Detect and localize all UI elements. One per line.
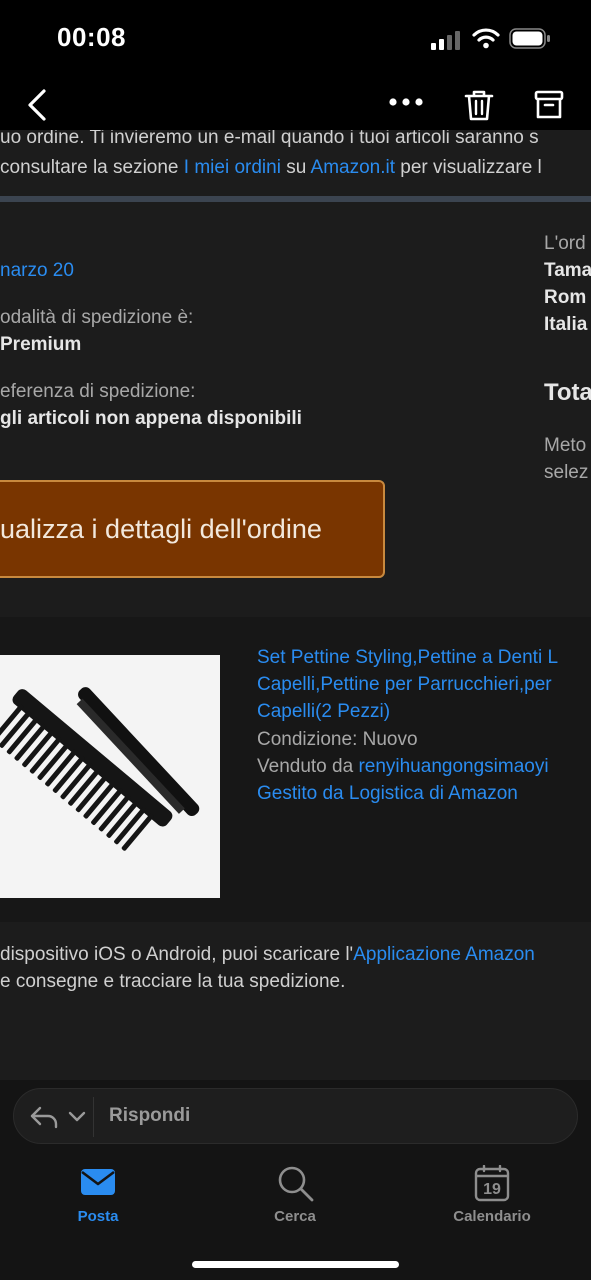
trash-icon[interactable] [463,88,495,122]
payment-line-1: Meto [544,435,587,456]
address-line-2: Rom [544,287,587,308]
intro-line-1: uo ordine. Ti invieremo un e-mail quando… [0,130,539,148]
product-title-line-3[interactable]: Capelli(2 Pezzi) [257,698,591,725]
amazon-link[interactable]: Amazon.it [311,157,395,178]
calendar-day: 19 [483,1181,501,1198]
reply-bar[interactable]: Rispondi [13,1088,578,1144]
shipping-method-value: Premium [0,334,82,355]
search-icon [278,1166,314,1202]
payment-line-2: selez [544,462,589,483]
address-line-1: Tama [544,260,591,281]
email-body: uo ordine. Ti invieremo un e-mail quando… [0,130,591,1080]
reply-label[interactable]: Rispondi [109,1105,190,1127]
tab-label-cerca: Cerca [274,1208,316,1225]
section-divider [0,196,591,202]
seller-label: Venduto da [257,756,359,777]
tab-bar: Posta Cerca 19 Calendario [0,1150,591,1280]
product-title-line-1[interactable]: Set Pettine Styling,Pettine a Denti L [257,644,591,671]
shipping-pref-value: gli articoli non appena disponibili [0,408,302,429]
intro-line-2: consultare la sezione I miei ordini su A… [0,154,591,181]
status-bar: 00:08 [0,0,591,80]
mail-icon [81,1169,115,1195]
reply-divider [93,1097,94,1137]
comb-illustration [0,687,200,851]
home-indicator [192,1261,399,1268]
reply-area: Rispondi [0,1080,591,1150]
intro-text: per visualizzare l [395,157,542,178]
tab-label-posta: Posta [77,1208,119,1225]
product-title-line-2[interactable]: Capelli,Pettine per Parrucchieri,per [257,671,591,698]
fulfilled-by-link[interactable]: Gestito da Logistica di Amazon [257,780,591,807]
chevron-down-icon[interactable] [68,1111,86,1123]
amazon-app-link[interactable]: Applicazione Amazon [353,944,535,965]
product-condition: Condizione: Nuovo [257,729,418,750]
more-icon[interactable] [388,96,424,108]
app-line-2: e consegne e tracciare la tua spedizione… [0,971,346,992]
tab-cerca[interactable]: Cerca [235,1162,355,1242]
app-line-1: dispositivo iOS o Android, puoi scaricar… [0,941,591,968]
tab-calendario[interactable]: 19 Calendario [432,1162,552,1242]
status-time: 00:08 [57,22,126,52]
total-label: Tota [544,379,591,406]
tab-label-calendario: Calendario [453,1208,531,1225]
archive-icon[interactable] [533,89,565,121]
intro-text: su [280,157,311,178]
battery-icon [509,28,550,49]
nav-bar [0,80,591,130]
order-address-label: L'ord [544,233,586,254]
reply-icon[interactable] [29,1105,59,1129]
order-details-button[interactable]: ualizza i dettagli dell'ordine [0,480,385,578]
shipping-method-label: odalità di spedizione è: [0,307,194,328]
tab-posta[interactable]: Posta [38,1162,158,1242]
my-orders-link[interactable]: I miei ordini [184,157,281,178]
delivery-date: narzo 20 [0,260,74,281]
seller-link[interactable]: renyihuangongsimaoyi [358,756,548,777]
wifi-icon [472,28,500,49]
back-chevron-icon[interactable] [24,88,50,122]
address-line-3: Italia [544,314,588,335]
signal-icon [431,31,460,50]
intro-text: consultare la sezione [0,157,184,178]
product-seller: Venduto da renyihuangongsimaoyi [257,753,591,780]
product-image[interactable] [0,655,220,898]
shipping-pref-label: eferenza di spedizione: [0,381,196,402]
app-text: dispositivo iOS o Android, puoi scaricar… [0,944,354,965]
order-details-button-label: ualizza i dettagli dell'ordine [0,514,322,544]
